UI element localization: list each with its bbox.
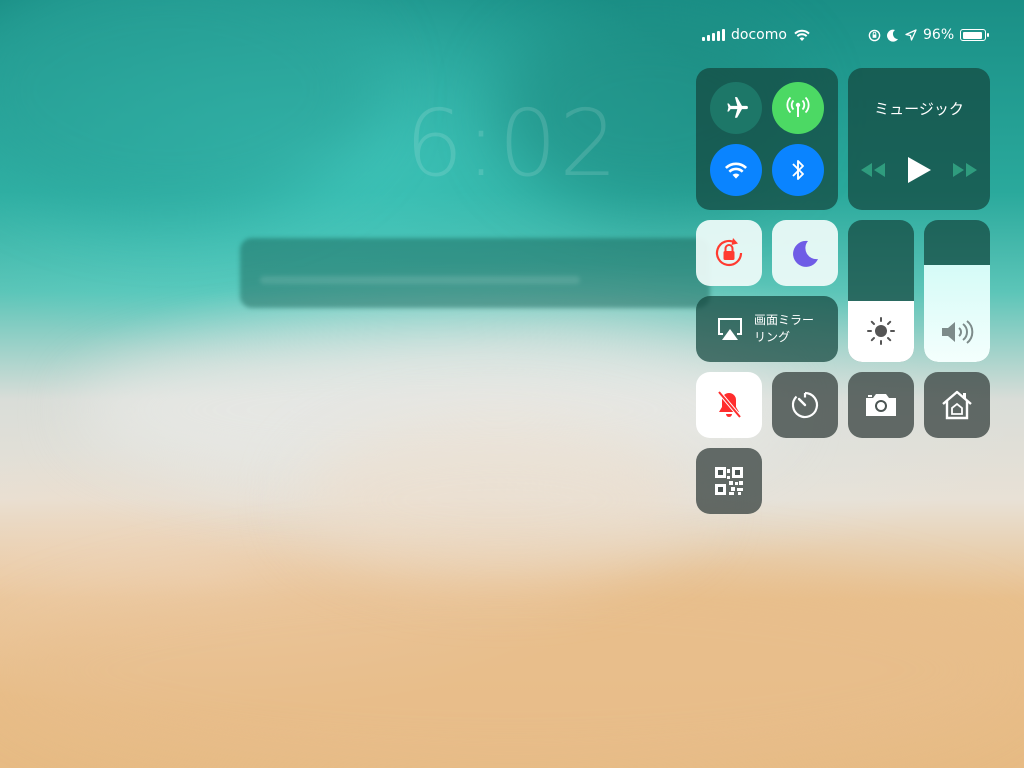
volume-slider[interactable] <box>924 220 990 362</box>
cellular-data-icon <box>786 96 810 117</box>
status-bar: docomo 96% <box>0 0 1024 70</box>
camera-icon <box>866 394 896 416</box>
qr-code-reader-button[interactable] <box>696 448 762 514</box>
music-title: ミュージック <box>874 100 964 118</box>
moon-status-icon <box>887 29 898 42</box>
screen-mirroring-button[interactable]: 画面ミラー リング <box>696 296 838 362</box>
rotation-lock-icon <box>715 238 743 267</box>
cellular-data-toggle[interactable] <box>772 82 824 134</box>
airplay-icon <box>718 318 742 340</box>
camera-button[interactable] <box>848 372 914 438</box>
rotation-lock-toggle[interactable] <box>696 220 762 286</box>
fast-forward-icon[interactable] <box>952 162 978 178</box>
carrier-name: docomo <box>731 27 787 43</box>
silent-mode-toggle[interactable] <box>696 372 762 438</box>
bell-slash-icon <box>717 390 742 419</box>
home-button[interactable] <box>924 372 990 438</box>
screen-mirroring-label-line1: 画面ミラー <box>754 313 815 327</box>
airplane-mode-toggle[interactable] <box>710 82 762 134</box>
battery-icon <box>960 29 990 41</box>
moon-icon <box>793 240 818 267</box>
location-status-icon <box>905 29 917 41</box>
do-not-disturb-toggle[interactable] <box>772 220 838 286</box>
wifi-icon <box>724 162 748 179</box>
notification-banner-blurred <box>240 238 710 308</box>
signal-strength-icon <box>702 29 725 41</box>
rewind-icon[interactable] <box>860 162 886 178</box>
orientation-lock-status-icon <box>868 29 881 41</box>
volume-slider-fill <box>924 265 990 362</box>
qr-code-icon <box>715 467 743 495</box>
music-module[interactable]: ミュージック <box>848 68 990 210</box>
home-icon <box>942 390 972 420</box>
wifi-toggle[interactable] <box>710 144 762 196</box>
screen-mirroring-label-line2: リング <box>754 330 791 344</box>
lockscreen-clock: 6:02 <box>405 90 620 197</box>
wifi-status-icon <box>794 29 810 41</box>
play-icon[interactable] <box>906 156 932 184</box>
bluetooth-icon <box>792 160 804 180</box>
airplane-icon <box>727 97 748 118</box>
battery-percentage: 96% <box>923 27 955 43</box>
timer-button[interactable] <box>772 372 838 438</box>
connectivity-module <box>696 68 838 210</box>
sun-icon <box>867 317 895 345</box>
timer-icon <box>791 391 819 419</box>
speaker-icon <box>942 320 974 344</box>
brightness-slider[interactable] <box>848 220 914 362</box>
bluetooth-toggle[interactable] <box>772 144 824 196</box>
